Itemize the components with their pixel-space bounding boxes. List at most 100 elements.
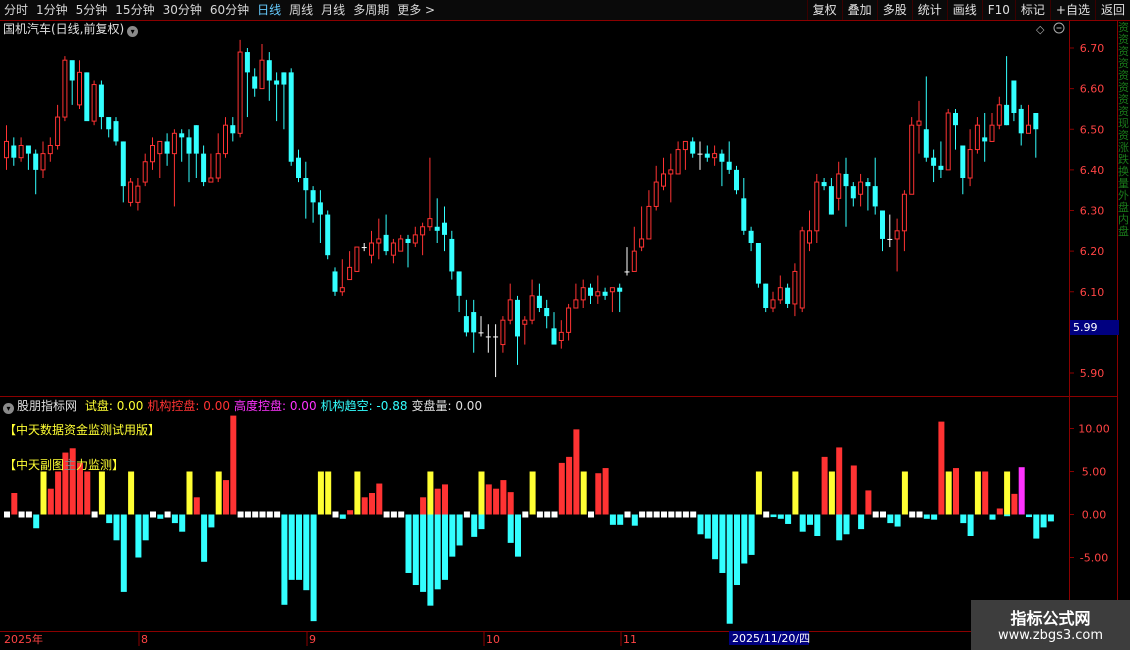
indicator-bar[interactable]: [427, 471, 434, 515]
indicator-bar[interactable]: [1033, 514, 1040, 539]
candle[interactable]: [500, 316, 506, 353]
indicator-bar[interactable]: [208, 514, 215, 528]
indicator-bar[interactable]: [668, 511, 675, 518]
indicator-bar[interactable]: [259, 511, 266, 518]
candle[interactable]: [296, 149, 301, 183]
indicator-bar[interactable]: [639, 511, 646, 518]
indicator-bar[interactable]: [25, 511, 32, 518]
candle[interactable]: [77, 60, 82, 109]
indicator-bar[interactable]: [989, 514, 996, 520]
indicator-bar[interactable]: [135, 514, 142, 558]
candle[interactable]: [996, 96, 1002, 130]
indicator-bar[interactable]: [953, 468, 959, 515]
candle[interactable]: [215, 133, 221, 183]
indicator-bar[interactable]: [303, 514, 310, 591]
indicator-bar[interactable]: [887, 514, 894, 524]
candle[interactable]: [916, 100, 922, 154]
candle[interactable]: [4, 125, 9, 170]
candle[interactable]: [894, 218, 900, 272]
candle[interactable]: [106, 117, 112, 138]
indicator-bar[interactable]: [1004, 514, 1011, 517]
indicator-bar[interactable]: [493, 488, 500, 515]
indicator-bar[interactable]: [193, 497, 200, 515]
candle[interactable]: [741, 178, 747, 235]
candle[interactable]: [748, 226, 754, 252]
candle[interactable]: [938, 141, 944, 178]
indicator-bar[interactable]: [1040, 514, 1047, 528]
candle[interactable]: [974, 117, 980, 154]
candle[interactable]: [675, 141, 681, 175]
candle[interactable]: [113, 117, 119, 146]
indicator-bar[interactable]: [310, 514, 317, 622]
indicator-bar[interactable]: [675, 511, 682, 518]
indicator-bar[interactable]: [522, 511, 529, 518]
candle[interactable]: [347, 251, 353, 281]
indicator-bar[interactable]: [777, 514, 784, 519]
indicator-bar[interactable]: [383, 511, 390, 518]
candle[interactable]: [734, 165, 739, 195]
indicator-bar[interactable]: [602, 468, 609, 515]
candle[interactable]: [369, 230, 374, 264]
candle[interactable]: [98, 80, 104, 130]
candle[interactable]: [763, 283, 769, 313]
candle[interactable]: [909, 117, 915, 195]
candle[interactable]: [777, 275, 783, 304]
candle[interactable]: [588, 283, 593, 304]
candle[interactable]: [171, 129, 177, 207]
candle[interactable]: [288, 68, 294, 166]
indicator-bar[interactable]: [836, 514, 843, 541]
candle[interactable]: [398, 234, 404, 252]
candle[interactable]: [989, 113, 995, 142]
candle[interactable]: [880, 210, 885, 252]
candle[interactable]: [259, 43, 265, 90]
indicator-bar[interactable]: [500, 480, 507, 515]
chart-title[interactable]: 国机汽车(日线,前复权) ▾: [3, 21, 139, 37]
indicator-bar[interactable]: [609, 514, 616, 525]
candle[interactable]: [668, 153, 674, 203]
indicator-bar[interactable]: [201, 514, 208, 562]
candle[interactable]: [84, 72, 90, 122]
chart-canvas[interactable]: 5.90 6.10 6.20 6.30 6.40 6.50 6.60 6.70 10.00 5.…: [0, 0, 1130, 650]
indicator-bar[interactable]: [945, 471, 952, 515]
indicator-bar[interactable]: [4, 511, 10, 518]
chevron-down-icon[interactable]: ▾: [127, 26, 139, 37]
candle[interactable]: [850, 182, 856, 207]
indicator-bar[interactable]: [296, 514, 302, 580]
candle[interactable]: [120, 141, 126, 203]
indicator-bar[interactable]: [106, 514, 113, 524]
candle[interactable]: [150, 137, 155, 170]
indicator-bar[interactable]: [325, 471, 332, 515]
candle[interactable]: [361, 243, 367, 252]
candle[interactable]: [755, 243, 761, 288]
indicator-bar[interactable]: [244, 511, 251, 518]
candle[interactable]: [128, 178, 134, 207]
candle[interactable]: [1033, 113, 1039, 158]
candle[interactable]: [354, 246, 360, 272]
candle[interactable]: [770, 291, 776, 313]
indicator-bar[interactable]: [179, 514, 186, 532]
candle[interactable]: [697, 141, 703, 170]
indicator-bar[interactable]: [967, 514, 974, 537]
indicator-bar[interactable]: [515, 514, 521, 557]
candle[interactable]: [383, 214, 389, 256]
candle[interactable]: [960, 145, 966, 195]
indicator-bar[interactable]: [536, 511, 543, 518]
indicator-bar[interactable]: [507, 514, 514, 543]
candle[interactable]: [682, 140, 688, 170]
indicator-bar[interactable]: [580, 471, 587, 515]
candle[interactable]: [471, 299, 477, 353]
indicator-bar[interactable]: [55, 471, 62, 515]
candle[interactable]: [55, 104, 61, 150]
indicator-bar[interactable]: [828, 471, 835, 515]
indicator-bar[interactable]: [11, 493, 18, 515]
indicator-bar[interactable]: [748, 514, 755, 555]
candle[interactable]: [639, 206, 645, 252]
candle[interactable]: [712, 145, 718, 166]
candle[interactable]: [390, 238, 396, 264]
candle[interactable]: [442, 206, 447, 252]
indicator-bar[interactable]: [369, 493, 375, 515]
indicator-bar[interactable]: [850, 465, 857, 515]
indicator-bar[interactable]: [281, 514, 288, 605]
indicator-bar[interactable]: [996, 508, 1003, 515]
indicator-bar[interactable]: [872, 511, 879, 518]
